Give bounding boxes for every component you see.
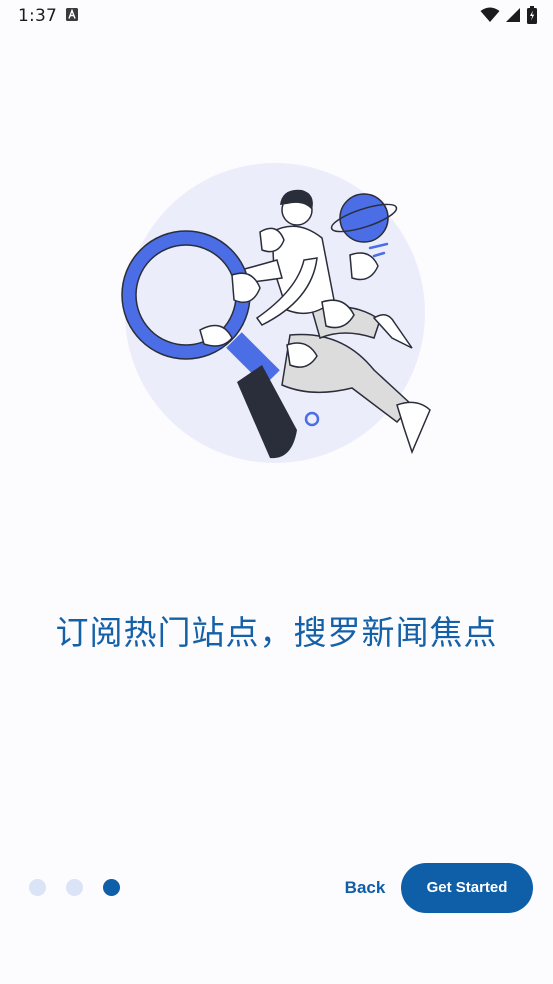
status-time: 1:37 bbox=[18, 6, 57, 26]
cell-signal-icon bbox=[506, 8, 520, 22]
font-a-icon bbox=[66, 8, 78, 21]
page-dot-2 bbox=[66, 879, 83, 896]
battery-charging-icon bbox=[527, 6, 537, 24]
get-started-button[interactable]: Get Started bbox=[401, 863, 533, 913]
status-bar: 1:37 bbox=[0, 0, 553, 32]
onboarding-headline: 订阅热门站点，搜罗新闻焦点 bbox=[55, 613, 498, 652]
back-button[interactable]: Back bbox=[332, 866, 398, 910]
page-indicator bbox=[29, 879, 120, 896]
status-icons bbox=[480, 5, 537, 25]
page-dot-1 bbox=[29, 879, 46, 896]
person-with-magnifying-glass-illustration bbox=[121, 163, 431, 463]
wifi-icon bbox=[480, 7, 500, 22]
page-dot-3-active bbox=[103, 879, 120, 896]
